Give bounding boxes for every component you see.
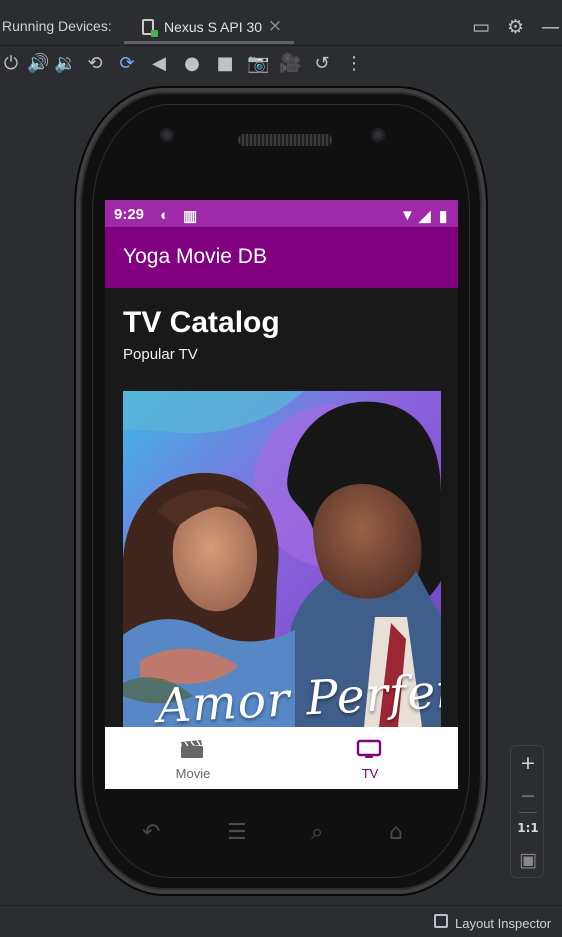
tv-poster[interactable]: Amor Perfeit: [123, 391, 441, 727]
wifi-icon: ▼: [400, 207, 415, 224]
zoom-divider: [519, 812, 537, 813]
catalog-title: TV Catalog: [123, 306, 280, 339]
app-bar: Yoga Movie DB: [105, 227, 458, 288]
home-icon[interactable]: ●: [181, 53, 203, 75]
zoom-controls: + − 1:1 ▣: [510, 745, 544, 878]
video-icon[interactable]: 🎥: [279, 53, 301, 75]
rotate-left-icon[interactable]: ⟲: [84, 53, 106, 75]
back-icon[interactable]: ◀: [148, 53, 170, 75]
nav-item-movie[interactable]: Movie: [105, 727, 281, 789]
layout-inspector-label[interactable]: Layout Inspector: [455, 916, 551, 931]
device-tab-label: Nexus S API 30: [164, 19, 263, 35]
minimize-icon[interactable]: —: [541, 16, 560, 38]
layout-inspector-icon[interactable]: [434, 914, 448, 928]
power-icon[interactable]: ⏻: [0, 53, 22, 75]
nav-label-movie: Movie: [175, 766, 211, 781]
tv-catalog-content: TV Catalog Popular TV Amor Perfeit: [105, 288, 458, 727]
front-camera-icon: [160, 128, 174, 142]
phone-hardware-buttons: ↶ ☰ ⌕ ⌂: [140, 820, 420, 845]
more-icon[interactable]: ⋮: [343, 53, 365, 75]
status-bar: 9:29 ◐ ▥ ▼ ◢ ▮: [105, 200, 458, 227]
ide-top-bar: Running Devices: Nexus S API 30 × ▭ ⚙ —: [0, 0, 562, 46]
bottom-navigation: Movie TV: [105, 727, 458, 789]
gear-icon[interactable]: ⚙: [507, 16, 524, 38]
app-title: Yoga Movie DB: [123, 245, 267, 268]
running-devices-title: Running Devices:: [2, 18, 112, 34]
tv-icon: [356, 739, 382, 758]
volume-down-icon[interactable]: 🔉: [54, 53, 76, 75]
zoom-in-button[interactable]: +: [511, 748, 545, 778]
hardware-search-icon[interactable]: ⌕: [311, 820, 323, 845]
android-screen: 9:29 ◐ ▥ ▼ ◢ ▮ Yoga Movie DB TV Catalog …: [105, 200, 458, 789]
zoom-actual-size-button[interactable]: 1:1: [511, 813, 545, 843]
device-toolbar: ⏻ 🔊 🔉 ⟲ ⟳ ◀ ● ■ 📷 🎥 ↺ ⋮: [0, 47, 562, 82]
window-icon[interactable]: ▭: [472, 16, 490, 38]
device-icon: [142, 19, 158, 37]
camera-icon[interactable]: 📷: [247, 53, 269, 75]
hardware-back-icon[interactable]: ↶: [142, 820, 160, 845]
battery-icon: ▮: [439, 208, 448, 225]
speaker-grille: [238, 134, 332, 146]
rotate-right-icon[interactable]: ⟳: [116, 53, 138, 75]
device-tab[interactable]: Nexus S API 30 ×: [124, 10, 294, 44]
signal-icon: ◢: [419, 208, 431, 225]
sync-icon: ◐: [160, 207, 170, 224]
ide-footer: Layout Inspector: [0, 905, 562, 937]
catalog-subtitle: Popular TV: [123, 346, 198, 363]
overview-icon[interactable]: ■: [214, 53, 236, 75]
nav-label-tv: TV: [361, 766, 379, 781]
fit-screen-icon[interactable]: ▣: [511, 845, 545, 875]
clapperboard-icon: [181, 740, 203, 758]
window-actions: ▭ ⚙ —: [472, 16, 560, 38]
reset-icon[interactable]: ↺: [311, 53, 333, 75]
sd-card-icon: ▥: [183, 208, 198, 225]
zoom-out-button[interactable]: −: [511, 781, 545, 811]
nav-item-tv[interactable]: TV: [282, 727, 458, 789]
close-icon[interactable]: ×: [268, 16, 282, 36]
status-time: 9:29: [114, 206, 145, 223]
volume-up-icon[interactable]: 🔊: [27, 53, 49, 75]
proximity-sensor-icon: [371, 128, 385, 142]
hardware-menu-icon[interactable]: ☰: [227, 820, 247, 845]
hardware-home-icon[interactable]: ⌂: [389, 820, 403, 845]
